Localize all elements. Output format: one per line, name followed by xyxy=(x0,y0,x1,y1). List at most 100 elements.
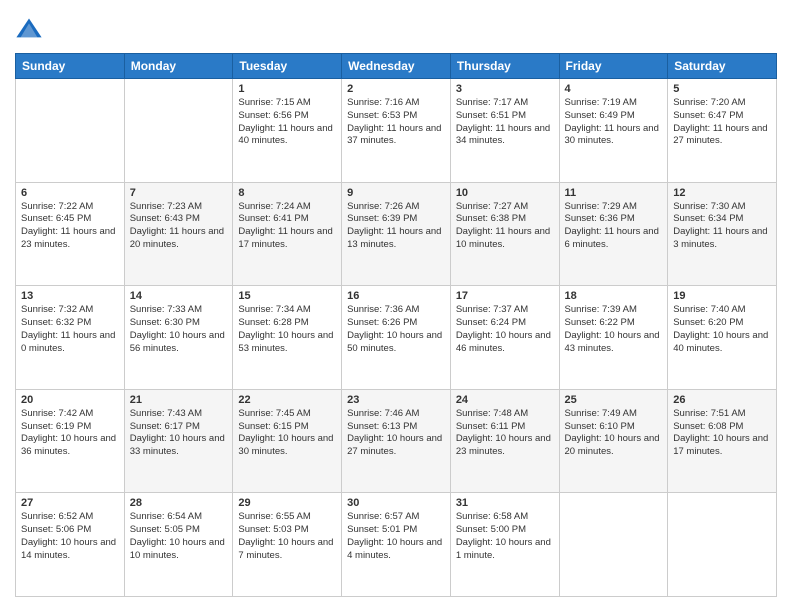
day-info: Sunrise: 7:27 AM Sunset: 6:38 PM Dayligh… xyxy=(456,201,550,250)
day-info: Sunrise: 7:45 AM Sunset: 6:15 PM Dayligh… xyxy=(238,408,333,457)
day-info: Sunrise: 7:37 AM Sunset: 6:24 PM Dayligh… xyxy=(456,304,551,353)
calendar-week-row: 6 Sunrise: 7:22 AM Sunset: 6:45 PM Daylig… xyxy=(16,182,777,286)
day-number: 5 xyxy=(673,83,771,95)
calendar-day-cell: 6 Sunrise: 7:22 AM Sunset: 6:45 PM Daylig… xyxy=(16,182,125,286)
calendar-day-cell xyxy=(668,493,777,597)
day-info: Sunrise: 7:39 AM Sunset: 6:22 PM Dayligh… xyxy=(565,304,660,353)
calendar-day-cell: 1 Sunrise: 7:15 AM Sunset: 6:56 PM Daylig… xyxy=(233,79,342,183)
day-info: Sunrise: 7:17 AM Sunset: 6:51 PM Dayligh… xyxy=(456,97,550,146)
day-number: 22 xyxy=(238,394,336,406)
day-number: 17 xyxy=(456,290,554,302)
calendar-header-row: SundayMondayTuesdayWednesdayThursdayFrid… xyxy=(16,54,777,79)
calendar-day-cell: 15 Sunrise: 7:34 AM Sunset: 6:28 PM Dayli… xyxy=(233,286,342,390)
calendar-day-cell: 11 Sunrise: 7:29 AM Sunset: 6:36 PM Dayli… xyxy=(559,182,668,286)
day-info: Sunrise: 6:55 AM Sunset: 5:03 PM Dayligh… xyxy=(238,511,333,560)
calendar-day-cell xyxy=(124,79,233,183)
day-number: 19 xyxy=(673,290,771,302)
calendar-week-row: 20Sunrise: 7:42 AM Sunset: 6:19 PM Dayli… xyxy=(16,389,777,493)
day-info: Sunrise: 7:40 AM Sunset: 6:20 PM Dayligh… xyxy=(673,304,768,353)
day-info: Sunrise: 6:58 AM Sunset: 5:00 PM Dayligh… xyxy=(456,511,551,560)
calendar-day-cell: 13 Sunrise: 7:32 AM Sunset: 6:32 PM Dayli… xyxy=(16,286,125,390)
calendar-day-cell xyxy=(559,493,668,597)
day-number: 1 xyxy=(238,83,336,95)
day-info: Sunrise: 7:24 AM Sunset: 6:41 PM Dayligh… xyxy=(238,201,332,250)
day-info: Sunrise: 6:52 AM Sunset: 5:06 PM Dayligh… xyxy=(21,511,116,560)
calendar-day-cell: 23Sunrise: 7:46 AM Sunset: 6:13 PM Dayli… xyxy=(342,389,451,493)
day-number: 24 xyxy=(456,394,554,406)
calendar-week-row: 13 Sunrise: 7:32 AM Sunset: 6:32 PM Dayli… xyxy=(16,286,777,390)
day-info: Sunrise: 7:30 AM Sunset: 6:34 PM Dayligh… xyxy=(673,201,767,250)
calendar-day-cell: 3Sunrise: 7:17 AM Sunset: 6:51 PM Daylig… xyxy=(450,79,559,183)
day-of-week-header: Saturday xyxy=(668,54,777,79)
calendar-day-cell: 24 Sunrise: 7:48 AM Sunset: 6:11 PM Dayli… xyxy=(450,389,559,493)
day-number: 13 xyxy=(21,290,119,302)
page: SundayMondayTuesdayWednesdayThursdayFrid… xyxy=(0,0,792,612)
day-number: 30 xyxy=(347,497,445,509)
day-number: 2 xyxy=(347,83,445,95)
day-number: 27 xyxy=(21,497,119,509)
calendar-day-cell: 26 Sunrise: 7:51 AM Sunset: 6:08 PM Dayli… xyxy=(668,389,777,493)
day-info: Sunrise: 7:26 AM Sunset: 6:39 PM Dayligh… xyxy=(347,201,441,250)
day-info: Sunrise: 7:42 AM Sunset: 6:19 PM Dayligh… xyxy=(21,408,116,457)
day-number: 29 xyxy=(238,497,336,509)
day-number: 31 xyxy=(456,497,554,509)
day-number: 18 xyxy=(565,290,663,302)
logo-icon xyxy=(15,15,43,43)
day-number: 6 xyxy=(21,187,119,199)
day-info: Sunrise: 7:48 AM Sunset: 6:11 PM Dayligh… xyxy=(456,408,551,457)
day-info: Sunrise: 6:57 AM Sunset: 5:01 PM Dayligh… xyxy=(347,511,442,560)
calendar-day-cell: 27 Sunrise: 6:52 AM Sunset: 5:06 PM Dayli… xyxy=(16,493,125,597)
day-info: Sunrise: 7:20 AM Sunset: 6:47 PM Dayligh… xyxy=(673,97,767,146)
day-number: 16 xyxy=(347,290,445,302)
day-number: 4 xyxy=(565,83,663,95)
day-info: Sunrise: 7:33 AM Sunset: 6:30 PM Dayligh… xyxy=(130,304,225,353)
calendar-day-cell: 10 Sunrise: 7:27 AM Sunset: 6:38 PM Dayli… xyxy=(450,182,559,286)
day-info: Sunrise: 7:51 AM Sunset: 6:08 PM Dayligh… xyxy=(673,408,768,457)
day-info: Sunrise: 7:22 AM Sunset: 6:45 PM Dayligh… xyxy=(21,201,115,250)
calendar-day-cell: 21 Sunrise: 7:43 AM Sunset: 6:17 PM Dayli… xyxy=(124,389,233,493)
day-of-week-header: Wednesday xyxy=(342,54,451,79)
calendar-week-row: 27 Sunrise: 6:52 AM Sunset: 5:06 PM Dayli… xyxy=(16,493,777,597)
calendar-day-cell: 2 Sunrise: 7:16 AM Sunset: 6:53 PM Daylig… xyxy=(342,79,451,183)
day-number: 10 xyxy=(456,187,554,199)
calendar-day-cell: 7 Sunrise: 7:23 AM Sunset: 6:43 PM Daylig… xyxy=(124,182,233,286)
calendar-day-cell: 22 Sunrise: 7:45 AM Sunset: 6:15 PM Dayli… xyxy=(233,389,342,493)
day-info: Sunrise: 7:15 AM Sunset: 6:56 PM Dayligh… xyxy=(238,97,332,146)
day-of-week-header: Friday xyxy=(559,54,668,79)
day-info: Sunrise: 7:32 AM Sunset: 6:32 PM Dayligh… xyxy=(21,304,115,353)
day-info: Sunrise: 7:34 AM Sunset: 6:28 PM Dayligh… xyxy=(238,304,333,353)
logo xyxy=(15,15,46,43)
calendar-table: SundayMondayTuesdayWednesdayThursdayFrid… xyxy=(15,53,777,597)
day-of-week-header: Sunday xyxy=(16,54,125,79)
day-info: Sunrise: 7:46 AM Sunset: 6:13 PM Dayligh… xyxy=(347,408,442,457)
day-number: 11 xyxy=(565,187,663,199)
day-number: 14 xyxy=(130,290,228,302)
day-of-week-header: Thursday xyxy=(450,54,559,79)
calendar-day-cell: 17 Sunrise: 7:37 AM Sunset: 6:24 PM Dayli… xyxy=(450,286,559,390)
day-number: 26 xyxy=(673,394,771,406)
day-info: Sunrise: 7:36 AM Sunset: 6:26 PM Dayligh… xyxy=(347,304,442,353)
day-info: Sunrise: 7:16 AM Sunset: 6:53 PM Dayligh… xyxy=(347,97,441,146)
calendar-day-cell: 29 Sunrise: 6:55 AM Sunset: 5:03 PM Dayli… xyxy=(233,493,342,597)
calendar-day-cell: 12Sunrise: 7:30 AM Sunset: 6:34 PM Dayli… xyxy=(668,182,777,286)
day-of-week-header: Tuesday xyxy=(233,54,342,79)
calendar-day-cell: 4Sunrise: 7:19 AM Sunset: 6:49 PM Daylig… xyxy=(559,79,668,183)
calendar-day-cell: 20Sunrise: 7:42 AM Sunset: 6:19 PM Dayli… xyxy=(16,389,125,493)
calendar-day-cell: 28Sunrise: 6:54 AM Sunset: 5:05 PM Dayli… xyxy=(124,493,233,597)
calendar-day-cell: 25Sunrise: 7:49 AM Sunset: 6:10 PM Dayli… xyxy=(559,389,668,493)
day-number: 7 xyxy=(130,187,228,199)
calendar-day-cell: 31 Sunrise: 6:58 AM Sunset: 5:00 PM Dayli… xyxy=(450,493,559,597)
day-number: 15 xyxy=(238,290,336,302)
calendar-day-cell: 14 Sunrise: 7:33 AM Sunset: 6:30 PM Dayli… xyxy=(124,286,233,390)
calendar-day-cell: 30 Sunrise: 6:57 AM Sunset: 5:01 PM Dayli… xyxy=(342,493,451,597)
day-of-week-header: Monday xyxy=(124,54,233,79)
calendar-day-cell: 16 Sunrise: 7:36 AM Sunset: 6:26 PM Dayli… xyxy=(342,286,451,390)
day-number: 9 xyxy=(347,187,445,199)
calendar-day-cell: 5 Sunrise: 7:20 AM Sunset: 6:47 PM Daylig… xyxy=(668,79,777,183)
day-info: Sunrise: 7:23 AM Sunset: 6:43 PM Dayligh… xyxy=(130,201,224,250)
day-number: 21 xyxy=(130,394,228,406)
day-info: Sunrise: 7:43 AM Sunset: 6:17 PM Dayligh… xyxy=(130,408,225,457)
day-info: Sunrise: 7:29 AM Sunset: 6:36 PM Dayligh… xyxy=(565,201,659,250)
calendar-day-cell xyxy=(16,79,125,183)
header xyxy=(15,15,777,43)
